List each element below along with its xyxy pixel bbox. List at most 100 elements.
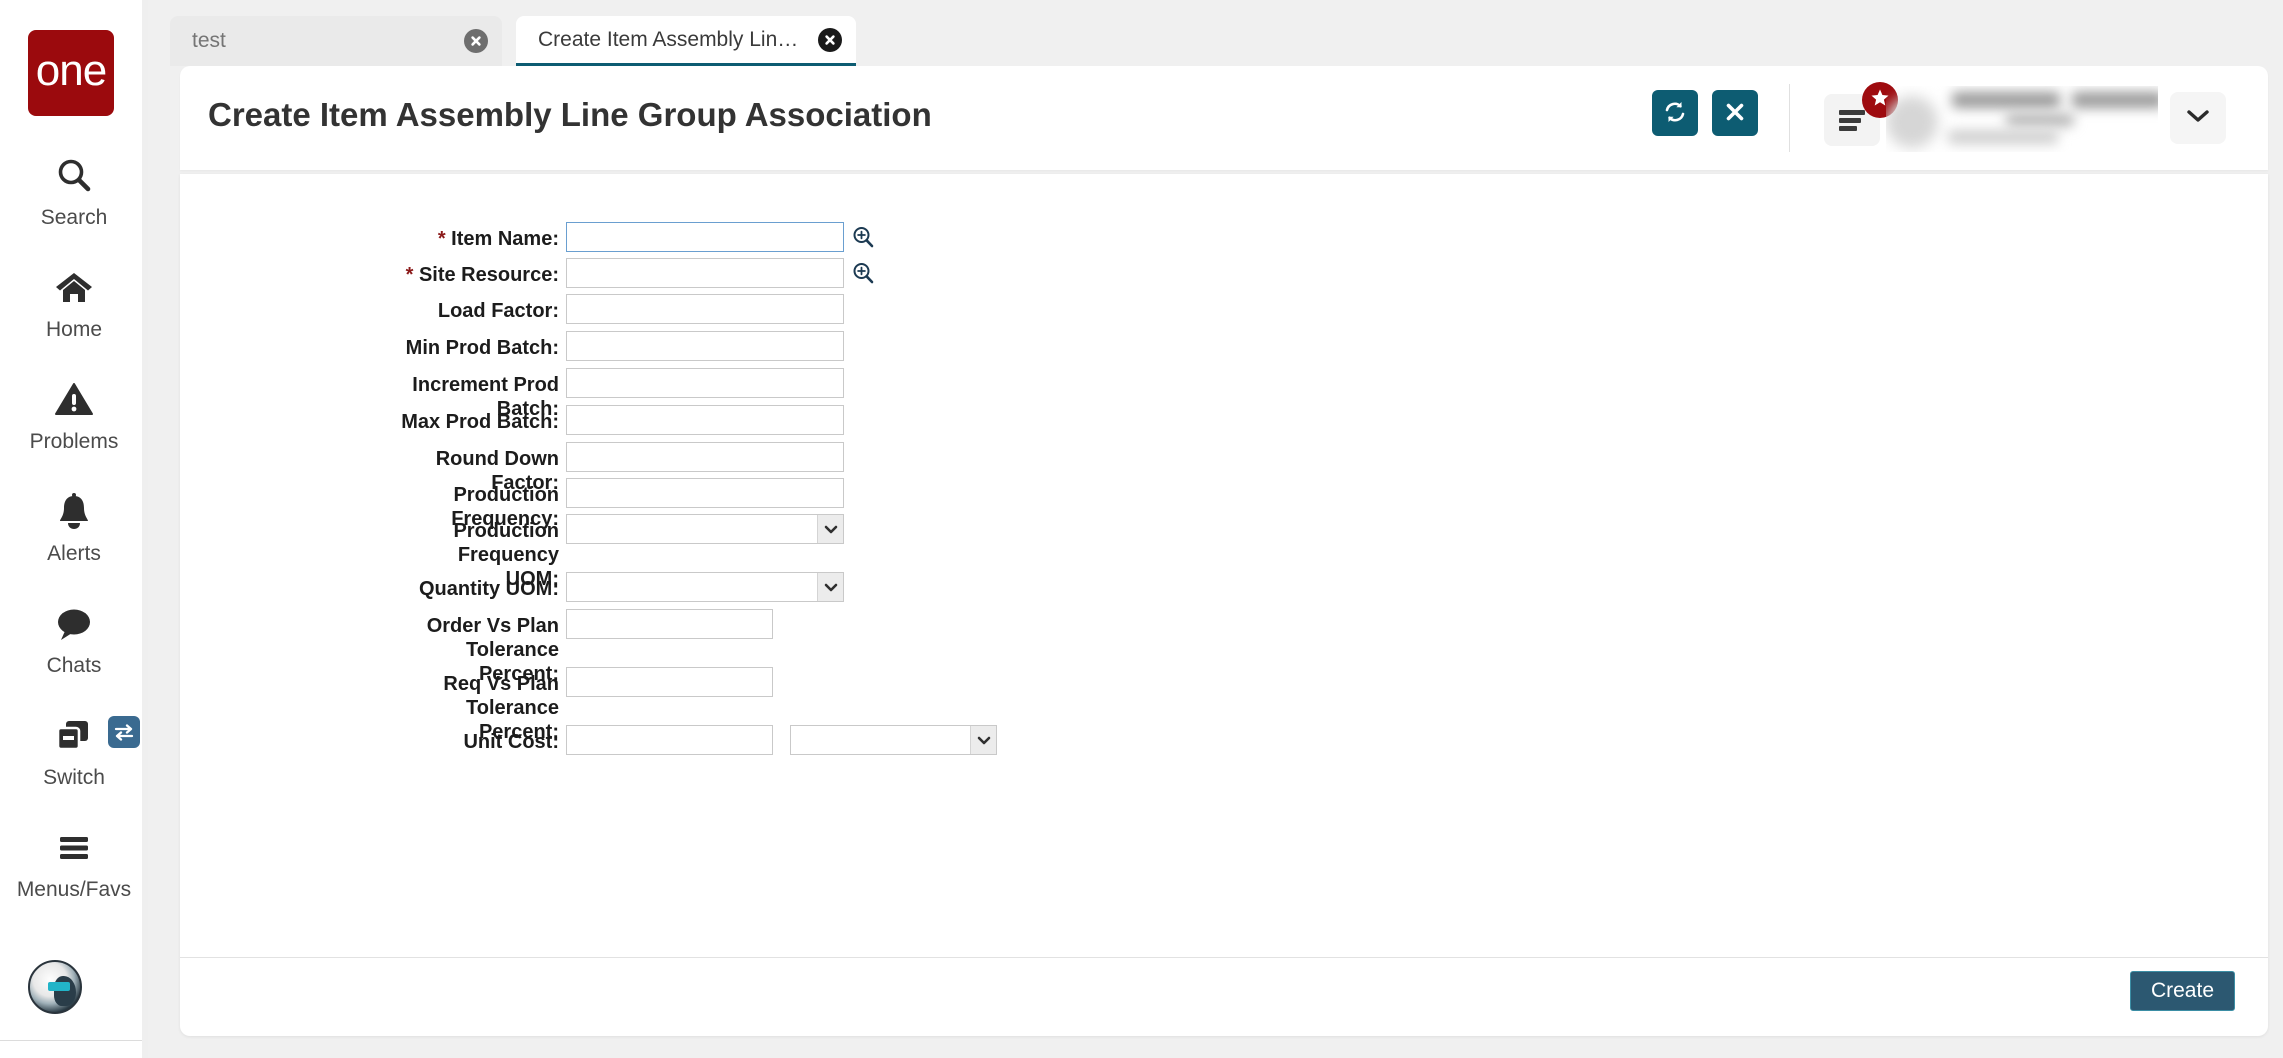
sidebar-item-label: Problems [30, 430, 119, 453]
field-label: Min Prod Batch: [363, 331, 559, 360]
field-row-quantity-uom: Quantity UOM: [363, 572, 844, 602]
magnifier-plus-icon[interactable] [852, 226, 874, 248]
max-prod-batch-input[interactable] [566, 405, 844, 435]
unit-cost-currency-select[interactable] [790, 725, 997, 755]
sidebar-item-home[interactable]: Home [0, 262, 148, 374]
chat-bubble-icon [54, 598, 94, 650]
field-control [566, 478, 844, 508]
create-button[interactable]: Create [2130, 971, 2235, 1011]
field-label: Load Factor: [363, 294, 559, 323]
load-factor-input[interactable] [566, 294, 844, 324]
field-control [566, 442, 844, 472]
header-action-buttons [1652, 90, 1758, 136]
site-resource-input[interactable] [566, 258, 844, 288]
unit-cost-input[interactable] [566, 725, 773, 755]
page-title: Create Item Assembly Line Group Associat… [208, 96, 932, 134]
close-circle-icon[interactable] [818, 28, 842, 52]
production-frequency-uom-select[interactable] [566, 514, 844, 544]
select-value [567, 573, 817, 601]
tab-label: test [192, 29, 454, 53]
min-prod-batch-input[interactable] [566, 331, 844, 361]
avatar [1886, 96, 1938, 148]
user-avatar-robot-icon[interactable] [28, 960, 82, 1014]
production-frequency-input[interactable] [566, 478, 844, 508]
rail-scrollbar[interactable] [142, 0, 148, 1058]
field-row-unit-cost: Unit Cost: [363, 725, 997, 755]
chevron-down-icon [2185, 108, 2211, 129]
sidebar-item-alerts[interactable]: Alerts [0, 486, 148, 598]
switch-arrows-icon[interactable] [108, 716, 140, 748]
increment-prod-batch-input[interactable] [566, 368, 844, 398]
rail-item-list: Search Home [0, 150, 148, 934]
sidebar-item-menus-favs[interactable]: Menus/Favs [0, 822, 148, 934]
bell-icon [55, 486, 93, 538]
tab-create-item-assembly-line-group[interactable]: Create Item Assembly Line Grou... [516, 16, 856, 66]
select-value [791, 726, 970, 754]
brand-logo[interactable]: one [28, 30, 114, 116]
field-control [566, 405, 844, 435]
close-circle-icon[interactable] [464, 29, 488, 53]
select-value [567, 515, 817, 543]
user-detail-redacted-line [1948, 130, 2058, 144]
field-control [566, 572, 844, 602]
field-control [566, 294, 844, 324]
field-label: * Item Name: [363, 222, 559, 251]
sidebar-item-switch[interactable]: Switch [0, 710, 148, 822]
field-label: * Site Resource: [363, 258, 559, 287]
hamburger-icon [1839, 107, 1865, 134]
chevron-down-icon[interactable] [817, 573, 843, 601]
user-role-redacted-line [2006, 114, 2074, 126]
refresh-button[interactable] [1652, 90, 1698, 136]
tab-test[interactable]: test [170, 16, 502, 66]
app-window: one Search [0, 0, 2283, 1058]
field-row-max-prod-batch: Max Prod Batch: [363, 405, 844, 435]
field-control [566, 514, 844, 544]
field-control [566, 222, 874, 252]
avatar-visor [48, 982, 70, 991]
search-icon [54, 150, 94, 202]
field-row-min-prod-batch: Min Prod Batch: [363, 331, 844, 361]
sidebar-item-label: Chats [47, 654, 102, 677]
sidebar-item-label: Alerts [47, 542, 101, 565]
form-panel: * Item Name: * Site Resource: [180, 174, 2268, 1036]
field-row-item-name: * Item Name: [363, 222, 874, 252]
chevron-down-icon[interactable] [970, 726, 996, 754]
magnifier-plus-icon[interactable] [852, 262, 874, 284]
sidebar-item-label: Home [46, 318, 102, 341]
sidebar-item-search[interactable]: Search [0, 150, 148, 262]
field-control [566, 725, 997, 755]
home-icon [54, 262, 94, 314]
close-button[interactable] [1712, 90, 1758, 136]
windows-stack-icon [54, 710, 94, 762]
field-control [566, 258, 874, 288]
rail-bottom-divider [0, 1040, 148, 1041]
sidebar-item-chats[interactable]: Chats [0, 598, 148, 710]
form-footer: Create [180, 958, 2268, 1036]
field-row-site-resource: * Site Resource: [363, 258, 874, 288]
user-org-redacted-line [2072, 92, 2158, 108]
order-vs-plan-tolerance-percent-input[interactable] [566, 609, 773, 639]
left-navigation-rail: one Search [0, 0, 148, 1058]
round-down-factor-input[interactable] [566, 442, 844, 472]
field-control [566, 331, 844, 361]
warning-triangle-icon [54, 374, 94, 426]
req-vs-plan-tolerance-percent-input[interactable] [566, 667, 773, 697]
user-menu-button[interactable] [2170, 92, 2226, 144]
sidebar-item-label: Switch [43, 766, 105, 789]
page-header: Create Item Assembly Line Group Associat… [180, 66, 2268, 170]
form-fields-area: * Item Name: * Site Resource: [180, 174, 2268, 957]
item-name-input[interactable] [566, 222, 844, 252]
chevron-down-icon[interactable] [817, 515, 843, 543]
refresh-icon [1662, 99, 1688, 128]
sidebar-item-label: Search [41, 206, 108, 229]
user-identity-redacted[interactable] [1886, 86, 2158, 152]
header-divider [1789, 84, 1790, 152]
sidebar-item-label: Menus/Favs [17, 878, 131, 901]
field-control [566, 667, 773, 697]
tab-strip: test Create Item Assembly Line Grou... [148, 0, 2283, 66]
avatar-face [54, 976, 76, 1006]
field-control [566, 609, 773, 639]
field-label: Quantity UOM: [363, 572, 559, 601]
sidebar-item-problems[interactable]: Problems [0, 374, 148, 486]
quantity-uom-select[interactable] [566, 572, 844, 602]
